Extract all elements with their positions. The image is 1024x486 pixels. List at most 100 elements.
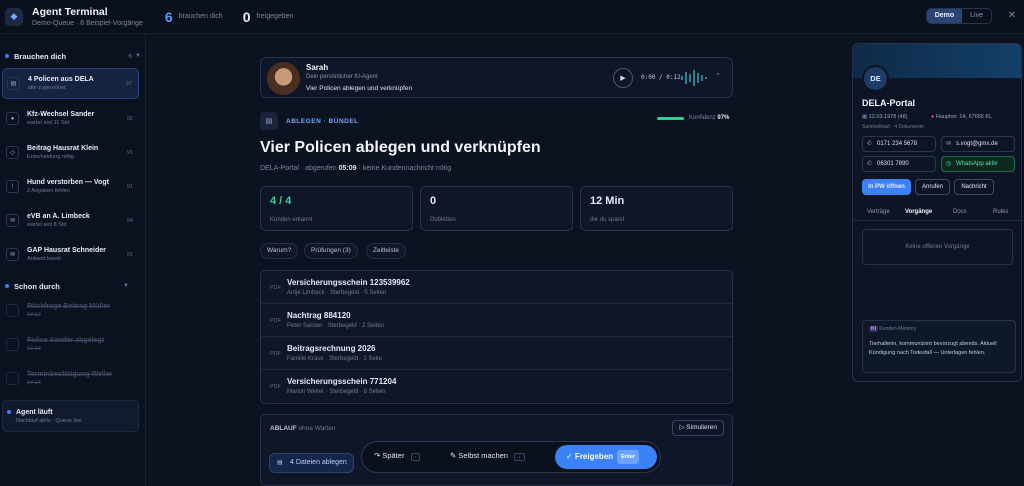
mode-toggle[interactable]: Demo Live — [925, 8, 992, 24]
play-icon: ▶ — [620, 75, 626, 82]
audio-time: 0:00 / 0:12 — [641, 74, 681, 81]
check-icon — [6, 338, 19, 351]
email-link[interactable]: ✉ s.vogt@gmx.de — [941, 136, 1015, 152]
agent-name: Sarah — [306, 63, 329, 72]
task-meta: DELA-Portal · abgerufen 05:09 · keine Ku… — [260, 165, 452, 172]
status-dot-icon — [5, 284, 9, 288]
phone-icon: ✆ — [867, 141, 873, 147]
document-row[interactable]: PDF Versicherungsschein 123539962 Antje Li… — [261, 271, 732, 304]
calendar-icon: ▦ — [862, 114, 868, 120]
pdf-icon: PDF — [270, 384, 281, 390]
mode-demo-button[interactable]: Demo — [926, 9, 963, 23]
confidence-bar — [657, 117, 685, 120]
kpi-card: 0 Dubletten — [420, 186, 573, 231]
memory-text: Tierhalterin, kommuniziert bevorzugt abe… — [869, 341, 997, 356]
simulate-button[interactable]: ▷ Simulieren — [672, 420, 724, 436]
done-item[interactable]: Rückfrage Beitrag Müller 07:12 — [2, 295, 139, 326]
chevron-down-icon: ▼ — [123, 283, 129, 289]
phone-landline[interactable]: ✆ 06301 7890 — [862, 156, 936, 172]
pdf-icon: PDF — [270, 285, 281, 291]
kpi-card: 4 / 4 Kunden erkannt — [260, 186, 413, 231]
open-in-pw-button[interactable]: In PW öffnen — [862, 179, 911, 195]
customer-panel: DE DELA-Portal ▦ 12.03.1978 (48) ● Haupt… — [852, 43, 1022, 382]
customer-avatar: DE — [862, 65, 889, 92]
chevron-up-icon[interactable]: ⌃ — [715, 72, 721, 80]
queue-item[interactable]: ▤ 4 Policen aus DELA alle zugeordnet 97 — [2, 68, 139, 99]
document-icon: ▤ — [277, 460, 283, 466]
document-row[interactable]: PDF Versicherungsschein 771204 Marion Well… — [261, 370, 732, 403]
app-title: Agent Terminal — [32, 6, 108, 18]
document-icon: ▤ — [260, 112, 278, 130]
done-item[interactable]: Terminbestätigung Weller 07:14 — [2, 363, 139, 394]
app-subtitle: Demo-Queue · 6 Beispiel-Vorgänge — [32, 20, 143, 27]
document-list: PDF Versicherungsschein 123539962 Antje Li… — [260, 270, 733, 404]
customer-name: DELA-Portal — [862, 98, 916, 108]
decision-icon: ◇ — [6, 146, 19, 159]
agent-status: Agent läuft Nachlauf aktiv · Queue live — [2, 400, 139, 432]
tab-rules[interactable]: Rules — [993, 209, 1008, 215]
queue-item[interactable]: ◇ Beitrag Hausrat Klein Entscheidung nöti… — [2, 137, 139, 168]
done-item[interactable]: Police Sander abgelegt 07:13 — [2, 329, 139, 360]
phone-icon: ✆ — [867, 161, 873, 167]
status-dot-icon — [7, 410, 11, 414]
customer-memory-card: KI Kunden-Memory Tierhalterin, kommunizi… — [862, 320, 1016, 373]
customer-birth: ▦ 12.03.1978 (48) — [862, 114, 908, 120]
section-done[interactable]: Schon durch ▼ — [0, 278, 146, 294]
action-bar: ↷ Später · ✎ Selbst machen ↓ ✓ Freigeben… — [361, 441, 661, 473]
check-icon — [6, 372, 19, 385]
sidebar: Brauchen dich 6 ▼ ▤ 4 Policen aus DELA al… — [0, 34, 146, 486]
queue-item[interactable]: ✉ GAP Hausrat Schneider Antwort bereit 91 — [2, 239, 139, 270]
later-button[interactable]: ↷ Später · — [374, 451, 421, 461]
chat-icon: ● — [6, 112, 19, 125]
avatar — [267, 62, 300, 95]
tab-docs[interactable]: Docs — [953, 209, 967, 215]
queue-item[interactable]: ✉ eVB an A. Limbeck wartet seit 8 Std 94 — [2, 205, 139, 236]
document-icon: ▤ — [7, 77, 20, 90]
do-it-yourself-button[interactable]: ✎ Selbst machen ↓ — [450, 451, 525, 461]
pdf-icon: PDF — [270, 351, 281, 357]
section-needs-you[interactable]: Brauchen dich 6 ▼ — [0, 48, 146, 64]
location-pin-icon: ● — [931, 114, 935, 120]
voice-card: Sarah Dein persönlicher KI-Agent Vier Po… — [260, 57, 733, 98]
mail-icon: ✉ — [6, 248, 19, 261]
approve-button[interactable]: ✓ Freigeben Enter — [555, 445, 657, 469]
empty-cases-message: Keine offenen Vorgänge — [862, 229, 1013, 265]
memory-header: KI Kunden-Memory — [869, 326, 917, 332]
confidence-label: Konfidenz 97% — [689, 115, 730, 121]
file-documents-button[interactable]: ▤ 4 Dateien ablegen — [269, 453, 354, 473]
chevron-down-icon: ▼ — [135, 53, 141, 59]
close-icon[interactable]: ✕ — [1008, 10, 1016, 21]
document-row[interactable]: PDF Beitragsrechnung 2026 Familie Kraus · … — [261, 337, 732, 370]
flow-label: ABLAUF ohne Warten — [270, 425, 336, 432]
phone-mobile[interactable]: ✆ 0171 234 5678 — [862, 136, 936, 152]
pdf-icon: PDF — [270, 318, 281, 324]
divider — [853, 220, 1021, 221]
call-button[interactable]: Anrufen — [915, 179, 950, 195]
app-logo-icon: ◆ — [5, 7, 23, 26]
play-button[interactable]: ▶ — [613, 68, 633, 88]
task-tag: ▤ ABLEGEN · BÜNDEL — [260, 112, 359, 130]
whatsapp-icon: ◎ — [946, 161, 952, 167]
whatsapp-badge[interactable]: ◎ WhatsApp aktiv — [941, 156, 1015, 172]
mail-icon: ✉ — [946, 141, 952, 147]
kpi-card: 12 Min die du sparst — [580, 186, 733, 231]
waveform-icon — [681, 70, 707, 86]
chip-timeline[interactable]: Zeitleiste — [366, 243, 407, 259]
warning-icon: ! — [6, 180, 19, 193]
customer-meta: Sammelkauf · 4 Dokumente — [862, 124, 924, 130]
chip-checks[interactable]: Prüfungen (3) — [304, 243, 358, 259]
tab-contracts[interactable]: Verträge — [867, 209, 890, 215]
page-title: Vier Policen ablegen und verknüpfen — [260, 139, 541, 156]
queue-item[interactable]: ● Kfz-Wechsel Sander wartet seit 11 Std 9… — [2, 103, 139, 134]
agent-line: Vier Policen ablegen und verknüpfen — [306, 85, 413, 92]
chip-why[interactable]: Warum? — [260, 243, 299, 259]
document-row[interactable]: PDF Nachtrag 884120 Peter Sander · Sterbeg… — [261, 304, 732, 337]
status-dot-icon — [5, 54, 9, 58]
mode-live-button[interactable]: Live — [962, 9, 991, 23]
message-button[interactable]: Nachricht — [954, 179, 994, 195]
top-bar: ◆ Agent Terminal Demo-Queue · 6 Beispiel… — [0, 0, 1024, 34]
check-icon — [6, 304, 19, 317]
agent-role: Dein persönlicher KI-Agent — [306, 74, 378, 80]
queue-item[interactable]: ! Hund verstorben — Vogt 2 Angaben fehlen… — [2, 171, 139, 202]
stat-needs-you: 6 brauchen dich — [164, 8, 223, 25]
